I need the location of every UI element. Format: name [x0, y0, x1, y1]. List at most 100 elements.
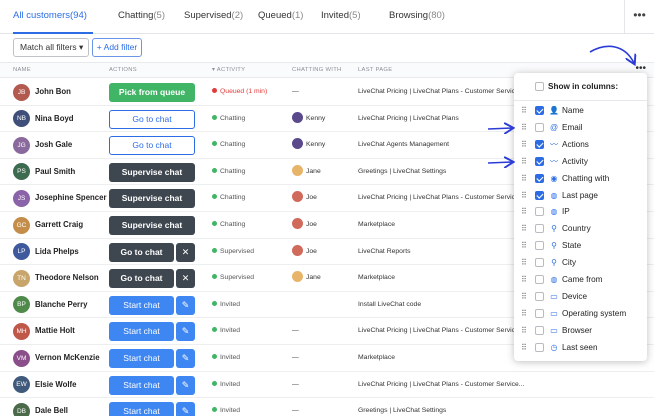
column-header-chatting-with[interactable]: CHATTING WITH: [292, 63, 342, 78]
drag-handle-icon[interactable]: ⠿: [521, 102, 527, 119]
tabs-more-button[interactable]: •••: [624, 0, 654, 34]
drag-handle-icon[interactable]: ⠿: [521, 339, 527, 356]
column-checkbox[interactable]: [535, 156, 544, 166]
go-to-chat-button[interactable]: Go to chat: [109, 109, 195, 129]
drag-handle-icon[interactable]: ⠿: [521, 170, 527, 187]
go-to-chat-button[interactable]: Go to chat: [109, 136, 195, 156]
drag-handle-icon[interactable]: ⠿: [521, 187, 527, 204]
customer-name[interactable]: Dale Bell: [35, 398, 68, 416]
last-page[interactable]: LiveChat Pricing | LiveChat Plans - Cust…: [358, 318, 524, 344]
tab-browsing[interactable]: Browsing(80): [389, 0, 445, 34]
tab-all-customers[interactable]: All customers(94): [13, 0, 93, 34]
start-chat-button[interactable]: Start chat: [109, 295, 174, 315]
edit-invite-button[interactable]: ✎: [176, 295, 195, 315]
last-page[interactable]: Greetings | LiveChat Settings: [358, 159, 446, 185]
customer-name[interactable]: Garrett Craig: [35, 212, 83, 238]
column-checkbox[interactable]: [535, 325, 544, 335]
tab-chatting[interactable]: Chatting(5): [118, 0, 165, 34]
column-header-name[interactable]: NAME: [13, 63, 31, 78]
column-checkbox[interactable]: [535, 122, 544, 132]
last-page[interactable]: LiveChat Pricing | LiveChat Plans - Cust…: [358, 185, 524, 211]
column-checkbox[interactable]: [535, 106, 544, 115]
last-page[interactable]: Marketplace: [358, 345, 395, 371]
customer-name[interactable]: Theodore Nelson: [35, 265, 99, 291]
column-option-operating-system[interactable]: ⠿ ▭ Operating system: [514, 305, 647, 322]
column-option-last-seen[interactable]: ⠿ ◷ Last seen: [514, 339, 647, 356]
column-option-activity[interactable]: ⠿ 〰 Activity: [514, 153, 647, 170]
edit-invite-button[interactable]: ✎: [176, 375, 195, 395]
supervise-chat-button[interactable]: Supervise chat: [109, 162, 195, 182]
customer-name[interactable]: Josephine Spencer: [35, 185, 107, 211]
last-page[interactable]: Install LiveChat code: [358, 292, 421, 318]
drag-handle-icon[interactable]: ⠿: [521, 203, 527, 220]
column-checkbox[interactable]: [535, 308, 544, 318]
column-checkbox[interactable]: [535, 139, 544, 149]
tab-supervised[interactable]: Supervised(2): [184, 0, 243, 34]
customer-name[interactable]: Paul Smith: [35, 159, 75, 185]
column-checkbox[interactable]: [535, 291, 544, 301]
last-page[interactable]: Marketplace: [358, 212, 395, 238]
last-page[interactable]: LiveChat Pricing | LiveChat Plans: [358, 106, 459, 132]
drag-handle-icon[interactable]: ⠿: [521, 220, 527, 237]
stop-supervising-button[interactable]: ✕: [176, 269, 195, 289]
column-option-ip[interactable]: ⠿ ◍ IP: [514, 203, 647, 220]
tab-invited[interactable]: Invited(5): [321, 0, 361, 34]
column-header-last-page[interactable]: LAST PAGE: [358, 63, 392, 78]
customer-name[interactable]: Vernon McKenzie: [35, 345, 100, 371]
last-page[interactable]: LiveChat Pricing | LiveChat Plans - Cust…: [358, 79, 524, 105]
customer-name[interactable]: John Bon: [35, 79, 71, 105]
column-checkbox[interactable]: [535, 258, 544, 268]
column-option-email[interactable]: ⠿ @ Email: [514, 119, 647, 136]
tab-queued[interactable]: Queued(1): [258, 0, 303, 34]
table-row[interactable]: DB Dale Bell Start chat ✎ Invited — Greetings …: [0, 398, 654, 416]
customer-name[interactable]: Nina Boyd: [35, 106, 74, 132]
column-header-activity[interactable]: ▾ ACTIVITY: [212, 63, 245, 78]
column-checkbox[interactable]: [535, 275, 544, 284]
column-checkbox[interactable]: [535, 224, 544, 234]
edit-invite-button[interactable]: ✎: [176, 402, 195, 416]
supervise-chat-button[interactable]: Supervise chat: [109, 216, 195, 235]
start-chat-button[interactable]: Start chat: [109, 322, 174, 342]
stop-supervising-button[interactable]: ✕: [176, 242, 195, 262]
customer-name[interactable]: Lida Phelps: [35, 239, 79, 265]
go-to-chat-button[interactable]: Go to chat: [109, 269, 174, 289]
column-option-browser[interactable]: ⠿ ▭ Browser: [514, 322, 647, 339]
drag-handle-icon[interactable]: ⠿: [521, 254, 527, 271]
start-chat-button[interactable]: Start chat: [109, 375, 174, 395]
last-page[interactable]: LiveChat Pricing | LiveChat Plans - Cust…: [358, 372, 524, 398]
drag-handle-icon[interactable]: ⠿: [521, 322, 527, 339]
drag-handle-icon[interactable]: ⠿: [521, 305, 527, 322]
edit-invite-button[interactable]: ✎: [176, 322, 195, 342]
add-filter-button[interactable]: + Add filter: [92, 38, 142, 57]
column-checkbox[interactable]: [535, 241, 544, 251]
supervise-chat-button[interactable]: Supervise chat: [109, 189, 195, 209]
column-option-actions[interactable]: ⠿ 〰 Actions: [514, 136, 647, 153]
column-option-chatting-with[interactable]: ⠿ ◉ Chatting with: [514, 170, 647, 187]
last-page[interactable]: LiveChat Reports: [358, 239, 411, 265]
column-checkbox[interactable]: [535, 173, 544, 183]
customer-name[interactable]: Mattie Holt: [35, 318, 75, 344]
drag-handle-icon[interactable]: ⠿: [521, 271, 527, 288]
go-to-chat-button[interactable]: Go to chat: [109, 242, 174, 262]
column-option-device[interactable]: ⠿ ▭ Device: [514, 288, 647, 305]
column-option-city[interactable]: ⠿ ⚲ City: [514, 254, 647, 271]
drag-handle-icon[interactable]: ⠿: [521, 288, 527, 305]
start-chat-button[interactable]: Start chat: [109, 402, 174, 416]
pick-from-queue-button[interactable]: Pick from queue: [109, 83, 195, 102]
last-page[interactable]: LiveChat Agents Management: [358, 132, 449, 158]
table-row[interactable]: EW Elsie Wolfe Start chat ✎ Invited — LiveChat…: [0, 372, 654, 399]
drag-handle-icon[interactable]: ⠿: [521, 119, 527, 136]
start-chat-button[interactable]: Start chat: [109, 349, 174, 368]
customer-name[interactable]: Josh Gale: [35, 132, 72, 158]
column-checkbox[interactable]: [535, 207, 544, 217]
customer-name[interactable]: Elsie Wolfe: [35, 372, 76, 398]
customer-name[interactable]: Blanche Perry: [35, 292, 87, 318]
column-option-name[interactable]: ⠿ 👤 Name: [514, 102, 647, 119]
drag-handle-icon[interactable]: ⠿: [521, 136, 527, 153]
column-option-came-from[interactable]: ⠿ ◍ Came from: [514, 271, 647, 288]
last-page[interactable]: Greetings | LiveChat Settings: [358, 398, 446, 416]
select-all-columns-checkbox[interactable]: [535, 82, 544, 91]
column-option-country[interactable]: ⠿ ⚲ Country: [514, 220, 647, 237]
drag-handle-icon[interactable]: ⠿: [521, 237, 527, 254]
edit-invite-button[interactable]: ✎: [176, 349, 195, 368]
